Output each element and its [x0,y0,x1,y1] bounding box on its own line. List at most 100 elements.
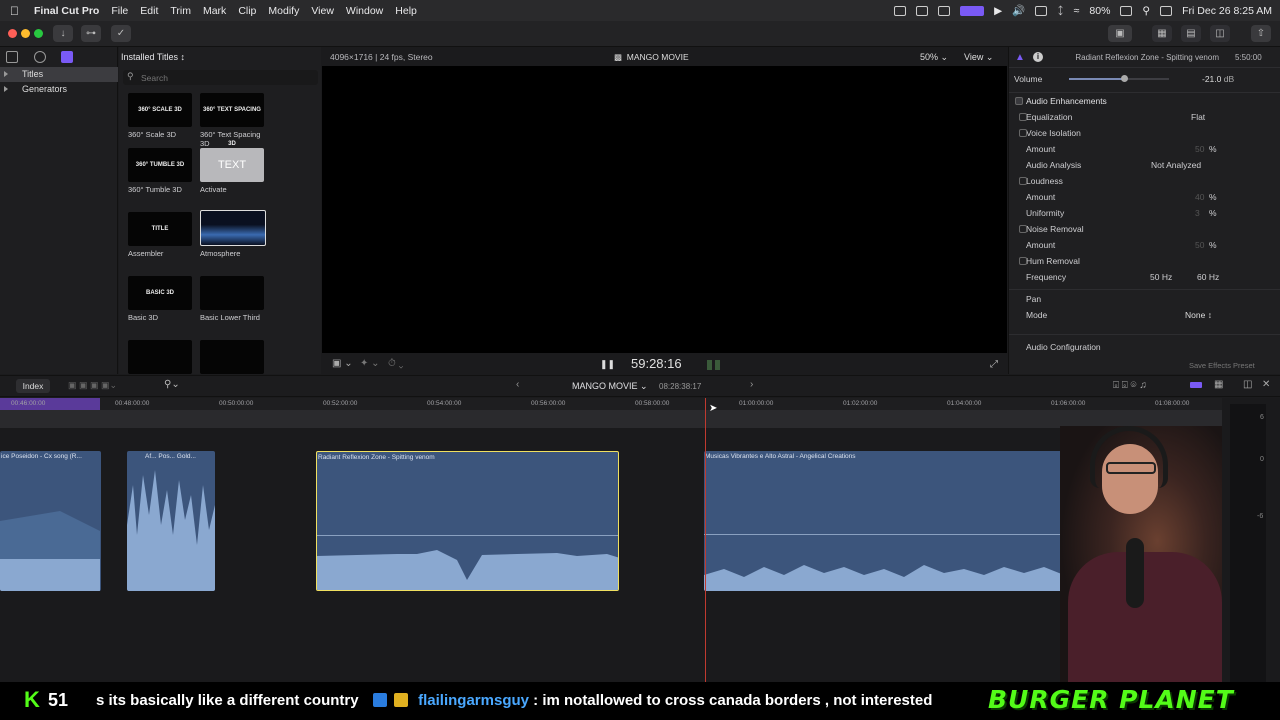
volume-value[interactable]: -21.0 dB [1202,74,1234,84]
viewer-view-menu[interactable]: View ⌄ [964,52,993,63]
inspector-row-value[interactable]: 50 [1195,237,1204,253]
audio-config-header[interactable]: Audio Configuration [1009,339,1280,355]
menu-datetime[interactable]: Fri Dec 26 8:25 AM [1182,5,1272,17]
wifi-icon[interactable]: ≈ [1074,5,1080,17]
search-field[interactable]: ⚲ [123,70,318,85]
minimize-window-button[interactable] [21,29,30,38]
viewer-canvas[interactable] [322,66,1007,353]
inspector-row-value[interactable]: 50 Hz [1150,269,1172,285]
close-timeline-icon[interactable]: ✕ [1262,379,1270,390]
screen-record-icon[interactable] [960,5,985,16]
menu-clip[interactable]: Clip [238,5,256,17]
speed-icon[interactable]: ⏱ ⌄ [388,358,403,369]
import-icon[interactable]: ↓ [53,25,73,42]
menu-mark[interactable]: Mark [203,5,226,17]
search-icon[interactable]: ⚲ [1142,5,1150,17]
title-tile[interactable]: 360° TUMBLE 3D 360° Tumble 3D [128,148,200,194]
history-forward-icon[interactable]: › [750,379,753,390]
timeline-ruler[interactable]: 00:46:00:00 00:48:00:00 00:50:00:00 00:5… [0,398,1222,410]
title-tile[interactable]: TITLE Assembler [128,212,200,258]
status-icon[interactable] [916,5,929,16]
menu-view[interactable]: View [311,5,334,17]
index-button[interactable]: Index [16,379,50,393]
background-tasks-icon[interactable]: ✓ [111,25,131,42]
menu-help[interactable]: Help [395,5,417,17]
keyword-icon[interactable]: ⊶ [81,25,101,42]
title-tile[interactable]: Basic Lower Third [200,276,272,322]
menu-trim[interactable]: Trim [170,5,191,17]
clip-appearance-icon[interactable] [1190,382,1202,388]
enhancement-checkbox[interactable] [1019,177,1027,185]
section-checkbox[interactable] [1015,97,1023,105]
title-tile[interactable]: 360° TEXT SPACING 3D 360° Text Spacing 3… [200,93,272,148]
title-tile[interactable]: 360° SCALE 3D 360° Scale 3D [128,93,200,139]
timeline-area[interactable]: ice Poseidon - Cx song (R... Af... Pos..… [0,398,1222,682]
playhead[interactable] [705,398,706,682]
audio-inspector-icon[interactable]: ▲ [1015,52,1025,63]
connection-tools-icon[interactable]: ▣ ▣ ▣ ▣⌄ [68,380,117,391]
inspector-row-value[interactable]: 40 [1195,189,1204,205]
timecode-display[interactable]: 59:28:16 [631,356,682,371]
pan-mode-popup[interactable]: None ↕ [1185,310,1212,320]
play-icon[interactable]: ▶ [994,5,1002,17]
enhancement-checkbox[interactable] [1019,257,1027,265]
browser-toggle-icon[interactable]: ▦ [1152,25,1172,42]
titles-generators-icon[interactable] [61,51,73,63]
menu-edit[interactable]: Edit [140,5,158,17]
menu-modify[interactable]: Modify [268,5,299,17]
photos-audio-icon[interactable] [34,51,46,63]
timeline-project-menu[interactable]: MANGO MOVIE ⌄ [572,381,648,392]
volume-line[interactable] [317,535,618,536]
inspector-row-value[interactable]: Flat [1191,109,1205,125]
transitions-icon[interactable]: ◫ [1243,379,1252,390]
title-tile[interactable]: Atmosphere [200,210,272,258]
audio-clip-selected[interactable]: Radiant Reflexion Zone - Spitting venom [316,451,619,591]
libraries-icon[interactable] [6,51,18,63]
share-icon[interactable]: ⇧ [1251,25,1271,42]
enhancement-checkbox[interactable] [1019,225,1027,233]
info-icon[interactable]: i [1033,52,1043,62]
inspector-toggle-icon[interactable]: ◫ [1210,25,1230,42]
audio-clip[interactable]: Af... Pos... Gold... [127,451,215,591]
transform-icon[interactable]: ▣ ⌄ [332,358,353,369]
workspace-icon[interactable]: ▣ [1108,25,1132,42]
close-window-button[interactable] [8,29,17,38]
apple-icon[interactable]:  [10,4,30,18]
title-tile[interactable] [200,340,264,374]
audio-enhancements-header[interactable]: Audio Enhancements [1009,93,1280,109]
timeline-tools-icon[interactable]: ⌻ ⌻ ⌾ ♫ [1113,380,1147,391]
menu-app-name[interactable]: Final Cut Pro [34,5,99,17]
title-tile[interactable] [128,340,192,374]
viewer-zoom-menu[interactable]: 50% ⌄ [920,52,948,63]
title-tile[interactable]: TEXT Activate [200,148,272,194]
inspector-row-value[interactable]: 50 [1195,141,1204,157]
menu-window[interactable]: Window [346,5,383,17]
timeline-toggle-icon[interactable]: ▤ [1181,25,1201,42]
sidebar-item-titles[interactable]: Titles [0,67,118,82]
pause-icon[interactable]: ❚❚ [600,359,615,370]
inspector-row-value[interactable]: 60 Hz [1197,269,1219,285]
menu-file[interactable]: File [111,5,128,17]
sidebar-item-generators[interactable]: Generators [0,82,118,97]
fullscreen-icon[interactable]: ⤢ [990,359,998,370]
audio-clip[interactable]: ice Poseidon - Cx song (R... [0,451,101,591]
search-input[interactable] [141,71,311,84]
inspector-row-value[interactable]: Not Analyzed [1151,157,1201,173]
inspector-row-value[interactable]: 3 [1195,205,1200,221]
volume-slider-knob[interactable] [1121,75,1128,82]
bluetooth-icon[interactable]: ᛨ [1057,5,1063,17]
browser-header[interactable]: Installed Titles ↕ [121,52,185,62]
disclosure-icon[interactable] [4,71,8,77]
effects-browser-icon[interactable]: ▦ [1214,379,1223,390]
history-back-icon[interactable]: ‹ [516,379,519,390]
volume-slider-track[interactable] [1069,75,1169,82]
enhancement-checkbox[interactable] [1019,113,1027,121]
save-effects-preset-button[interactable]: Save Effects Preset [1189,361,1255,370]
enhancement-checkbox[interactable] [1019,129,1027,137]
zoom-window-button[interactable] [34,29,43,38]
status-icon[interactable] [938,5,951,16]
battery-icon[interactable] [1120,5,1133,16]
display-icon[interactable] [1035,5,1048,16]
title-tile[interactable]: BASIC 3D Basic 3D [128,276,200,322]
status-icon[interactable] [894,5,907,16]
